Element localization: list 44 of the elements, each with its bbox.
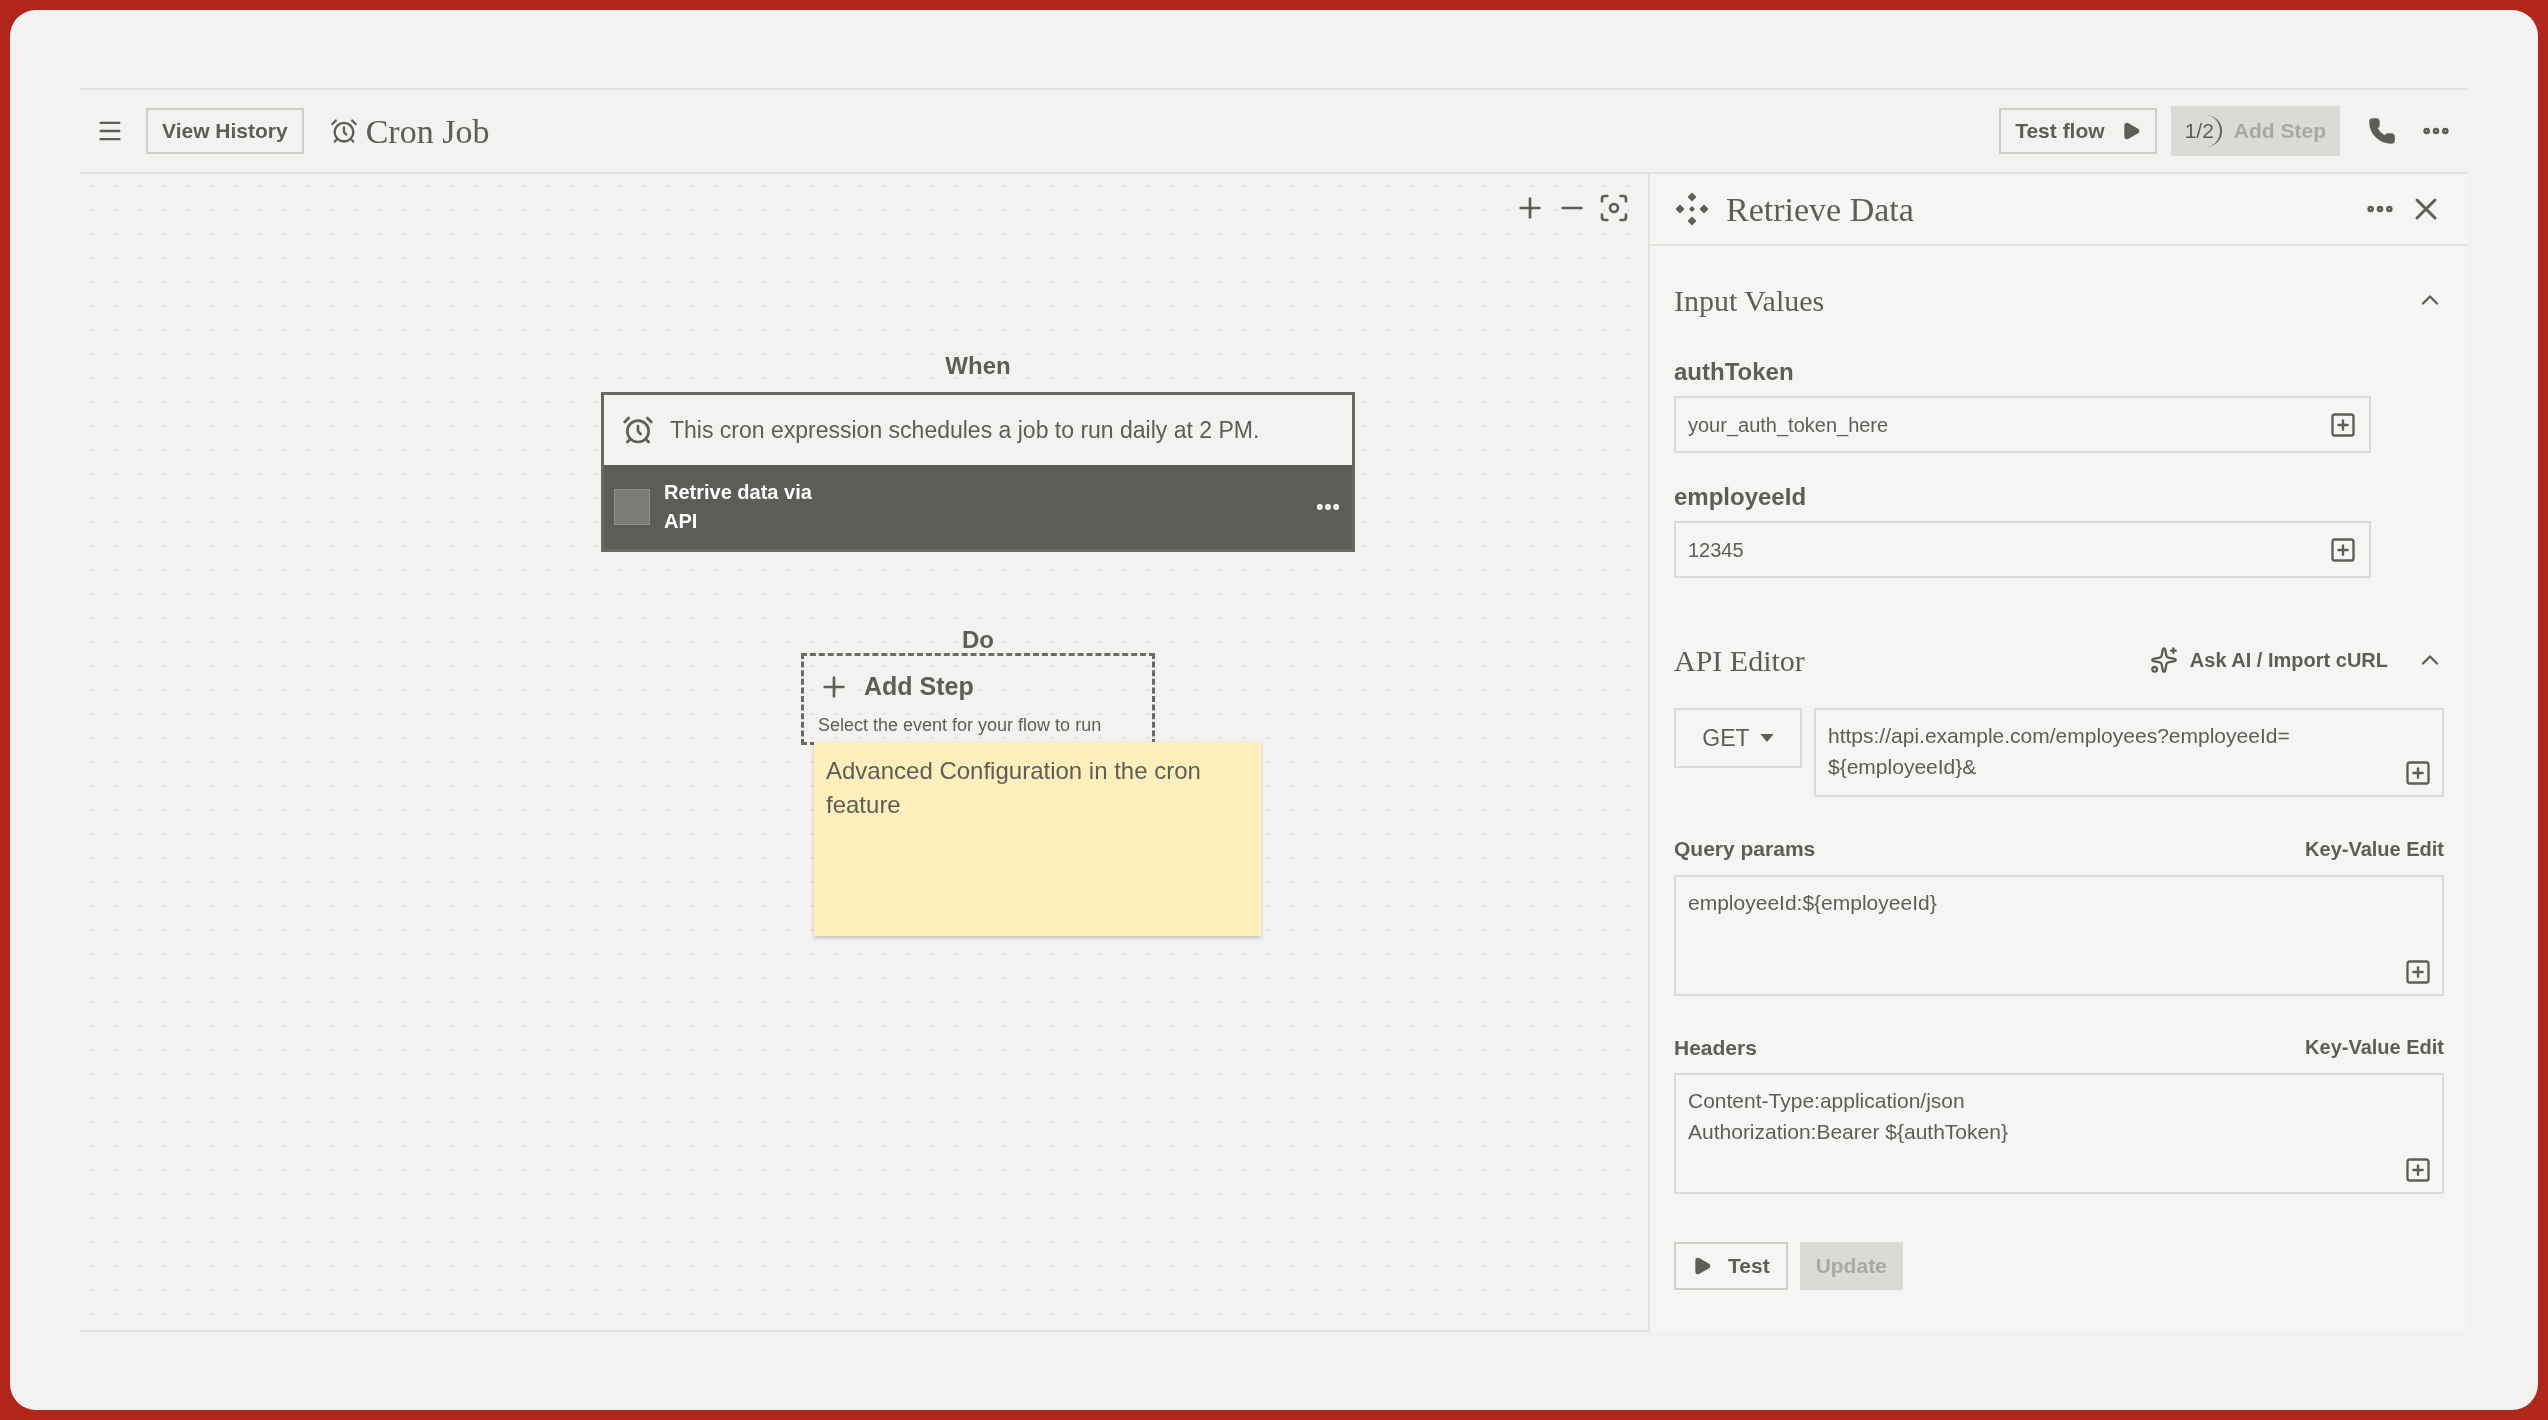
sparkles-icon [2149,646,2178,674]
text-area[interactable]: employeeId:${employeeId} [1674,874,2444,996]
sticky-note[interactable]: Advanced Configuration in the cron feature [814,742,1261,936]
section-title: API Editor [1674,642,1805,679]
field-label: employeeId [1674,482,1808,512]
text-field[interactable]: your_auth_token_here [1674,396,2371,453]
insert-variable-icon[interactable] [2329,535,2357,564]
text-area[interactable]: Content-Type:application/json Authorization:Bearer ${authToken} [1674,1073,2444,1194]
test-flow-button[interactable]: Test flow [1999,108,2157,154]
diamonds-icon [1674,191,1710,227]
view-history-button[interactable]: View History [146,108,304,154]
ask-ai-link[interactable]: Ask AI / Import cURL [2149,645,2388,675]
flow-title: Cron Job [365,111,490,152]
step-title: Retrive data via API [664,480,813,534]
field-label: authToken [1674,357,1795,387]
alarm-clock-icon [622,414,654,446]
trigger-description: This cron expression schedules a job to run daily at 2 PM. [670,415,1260,445]
trigger-card[interactable]: This cron expression schedules a job to run daily at 2 PM. Retrive data via API [601,392,1355,552]
play-icon [1692,1256,1712,1276]
step-counter: 1/2 [2184,115,2222,147]
alarm-clock-icon [329,117,358,145]
key-value-edit-link[interactable]: Key-Value Edit [2305,833,2444,864]
note-text: Advanced Configuration in the cron feature [826,757,1201,818]
panel-title: Retrieve Data [1726,189,1914,230]
fit-view-icon[interactable] [1598,192,1630,224]
insert-variable-icon[interactable] [2404,957,2432,986]
add-step-label: Add Step [864,671,974,702]
url-field[interactable]: https://api.example.com/employees?employeeId= ${employeeId}& [1814,708,2444,797]
caret-down-icon [1759,734,1774,742]
section-title: Input Values [1674,282,1825,319]
add-step-hint: Select the event for your flow to run [818,713,1103,737]
field-label: Headers [1674,1034,1757,1061]
insert-variable-icon[interactable] [2329,410,2357,439]
section-label: Do [961,625,995,655]
phone-icon[interactable] [2368,117,2396,145]
text-field[interactable]: 12345 [1674,521,2371,578]
method-dropdown[interactable]: GET [1674,708,1802,768]
section-label: When [945,351,1011,381]
field-label: Query params [1674,836,1816,862]
insert-variable-icon[interactable] [2404,1156,2432,1184]
test-button[interactable]: Test [1674,1242,1788,1290]
insert-variable-icon[interactable] [2404,759,2432,787]
step-icon-placeholder [614,489,650,525]
key-value-edit-link[interactable]: Key-Value Edit [2305,1032,2444,1063]
